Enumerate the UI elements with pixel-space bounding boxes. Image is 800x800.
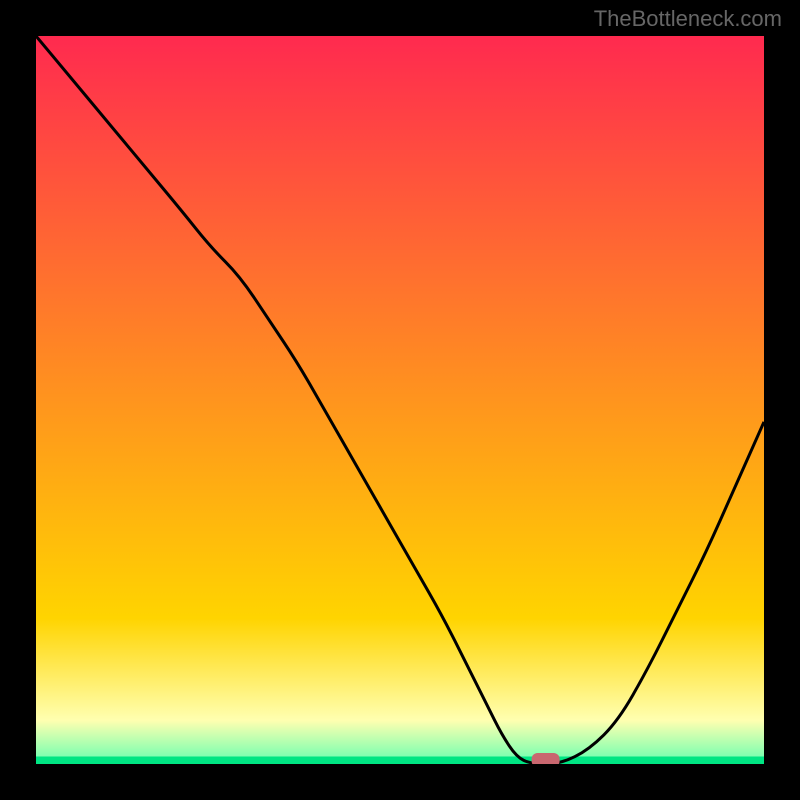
watermark-text: TheBottleneck.com [594,6,782,32]
bottleneck-chart [36,36,764,764]
plot-area [36,36,764,764]
optimum-marker [532,753,560,764]
